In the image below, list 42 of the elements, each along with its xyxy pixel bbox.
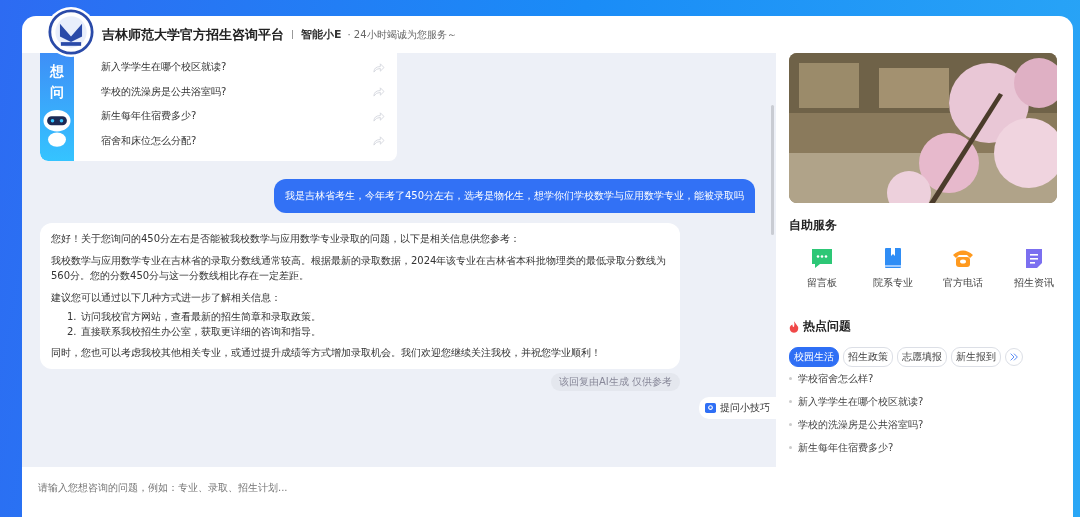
service-label[interactable]: 留言板 <box>807 276 837 290</box>
hot-question[interactable]: 新生每年住宿费多少? <box>798 440 894 455</box>
assistant-name: 智能小E <box>301 27 342 42</box>
bot-paragraph: 建议您可以通过以下几种方式进一步了解相关信息： <box>51 291 282 305</box>
more-tabs-button[interactable] <box>1005 348 1023 366</box>
double-chevron-icon <box>1009 352 1019 362</box>
list-item: 访问我校官方网站，查看最新的招生简章和录取政策。 <box>80 310 321 324</box>
tips-button[interactable]: 提问小技巧 <box>699 397 776 419</box>
forward-arrow-icon <box>372 110 385 122</box>
hot-question[interactable]: 学校宿舍怎么样? <box>798 371 874 386</box>
section-title: 自助服务 <box>789 217 838 234</box>
slogan: · 24小时竭诚为您服务～ <box>347 27 457 42</box>
ai-disclaimer: 该回复由AI生成 仅供参考 <box>551 373 680 391</box>
question-input[interactable]: 请输入您想咨询的问题，例如：专业、录取、招生计划... <box>22 467 776 517</box>
section-title: 热点问题 <box>803 318 851 335</box>
user-message: 我是吉林省考生，今年考了450分左右，选考是物化生，想学你们学校数学与应用数学专业，能被录取吗 <box>273 179 755 213</box>
category-tab[interactable]: 校园生活 <box>789 347 839 367</box>
suggested-question[interactable]: 学校的洗澡房是公共浴室吗? <box>101 79 385 104</box>
service-label[interactable]: 官方电话 <box>943 276 984 290</box>
list-number: 2. <box>67 325 77 339</box>
chat-bubble-icon[interactable] <box>810 246 834 270</box>
suggested-question[interactable]: 新入学学生在哪个校区就读? <box>101 55 385 80</box>
bot-paragraph: 我校数学与应用数学专业在吉林省的录取分数线通常较高。根据最新的录取数据，2024年该专业在吉林省本科批物理类的最低录取分数线为560分。您的分数450分与这一分数线相比存在一定差距。 <box>51 254 668 283</box>
vertical-label: 想问 <box>50 62 64 102</box>
forward-arrow-icon <box>372 135 385 147</box>
suggested-question[interactable]: 宿舍和床位怎么分配? <box>101 128 385 153</box>
hot-question[interactable]: 学校的洗澡房是公共浴室吗? <box>798 417 924 432</box>
category-tab[interactable]: 志愿填报 <box>897 347 947 367</box>
suggested-question[interactable]: 新生每年住宿费多少? <box>101 104 385 129</box>
hot-question[interactable]: 新入学学生在哪个校区就读? <box>798 394 924 409</box>
list-number: 1. <box>67 310 77 324</box>
service-label[interactable]: 院系专业 <box>872 276 913 290</box>
forward-arrow-icon <box>372 86 385 98</box>
forward-arrow-icon <box>372 61 385 73</box>
bot-paragraph: 您好！关于您询问的450分左右是否能被我校数学与应用数学专业录取的问题，以下是相关信息供您参考： <box>51 232 522 246</box>
fire-icon <box>789 320 799 333</box>
site-title: 吉林师范大学官方招生咨询平台 <box>102 25 284 44</box>
category-tab[interactable]: 新生报到 <box>951 347 1001 367</box>
bot-paragraph: 同时，您也可以考虑我校其他相关专业，或通过提升成绩等方式增加录取机会。我们欢迎您继续关注我校，并祝您学业顺利！ <box>51 346 602 360</box>
category-tab[interactable]: 招生政策 <box>843 347 893 367</box>
service-label[interactable]: 招生资讯 <box>1013 276 1054 290</box>
list-item: 直接联系我校招生办公室，获取更详细的咨询和指导。 <box>80 325 321 339</box>
